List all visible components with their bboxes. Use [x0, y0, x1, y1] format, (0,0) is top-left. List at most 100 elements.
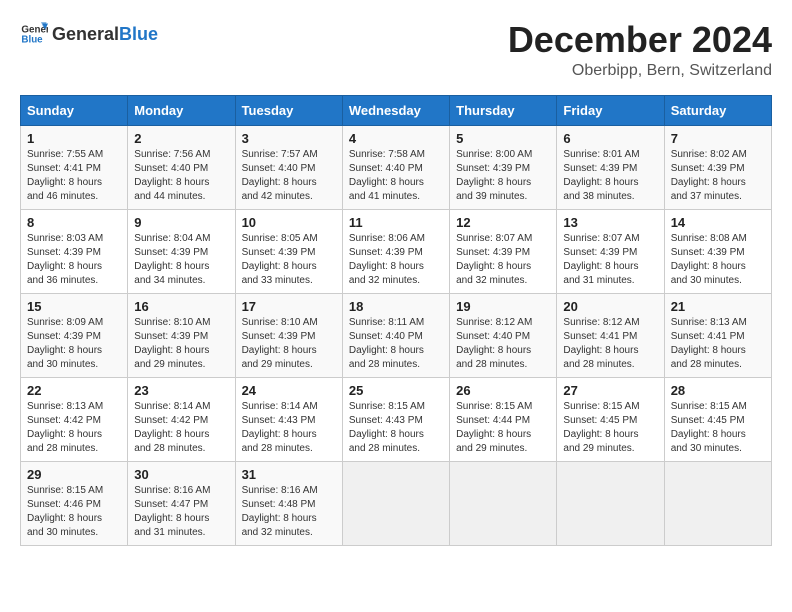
day-info: Sunrise: 8:10 AMSunset: 4:39 PMDaylight:… — [242, 317, 318, 370]
day-header-friday: Friday — [557, 95, 664, 125]
day-number: 11 — [349, 215, 443, 230]
day-info: Sunrise: 7:57 AMSunset: 4:40 PMDaylight:… — [242, 149, 318, 202]
calendar-cell: 5 Sunrise: 8:00 AMSunset: 4:39 PMDayligh… — [450, 125, 557, 209]
day-info: Sunrise: 8:09 AMSunset: 4:39 PMDaylight:… — [27, 317, 103, 370]
calendar-cell: 27 Sunrise: 8:15 AMSunset: 4:45 PMDaylig… — [557, 377, 664, 461]
calendar-cell — [664, 461, 771, 545]
calendar-body: 1 Sunrise: 7:55 AMSunset: 4:41 PMDayligh… — [21, 125, 772, 545]
day-info: Sunrise: 8:07 AMSunset: 4:39 PMDaylight:… — [456, 233, 532, 286]
day-info: Sunrise: 8:05 AMSunset: 4:39 PMDaylight:… — [242, 233, 318, 286]
day-number: 14 — [671, 215, 765, 230]
day-info: Sunrise: 8:13 AMSunset: 4:41 PMDaylight:… — [671, 317, 747, 370]
calendar-cell: 15 Sunrise: 8:09 AMSunset: 4:39 PMDaylig… — [21, 293, 128, 377]
calendar-cell: 9 Sunrise: 8:04 AMSunset: 4:39 PMDayligh… — [128, 209, 235, 293]
day-info: Sunrise: 8:15 AMSunset: 4:45 PMDaylight:… — [563, 401, 639, 454]
calendar-cell: 29 Sunrise: 8:15 AMSunset: 4:46 PMDaylig… — [21, 461, 128, 545]
calendar-cell: 14 Sunrise: 8:08 AMSunset: 4:39 PMDaylig… — [664, 209, 771, 293]
day-info: Sunrise: 8:15 AMSunset: 4:46 PMDaylight:… — [27, 485, 103, 538]
calendar-cell — [557, 461, 664, 545]
day-number: 13 — [563, 215, 657, 230]
day-number: 16 — [134, 299, 228, 314]
day-number: 1 — [27, 131, 121, 146]
day-number: 3 — [242, 131, 336, 146]
day-info: Sunrise: 8:04 AMSunset: 4:39 PMDaylight:… — [134, 233, 210, 286]
week-row-5: 29 Sunrise: 8:15 AMSunset: 4:46 PMDaylig… — [21, 461, 772, 545]
day-number: 31 — [242, 467, 336, 482]
day-info: Sunrise: 8:16 AMSunset: 4:47 PMDaylight:… — [134, 485, 210, 538]
day-number: 20 — [563, 299, 657, 314]
calendar-cell: 12 Sunrise: 8:07 AMSunset: 4:39 PMDaylig… — [450, 209, 557, 293]
day-info: Sunrise: 8:10 AMSunset: 4:39 PMDaylight:… — [134, 317, 210, 370]
day-info: Sunrise: 8:15 AMSunset: 4:43 PMDaylight:… — [349, 401, 425, 454]
day-info: Sunrise: 8:15 AMSunset: 4:44 PMDaylight:… — [456, 401, 532, 454]
calendar-header-row: SundayMondayTuesdayWednesdayThursdayFrid… — [21, 95, 772, 125]
day-info: Sunrise: 8:15 AMSunset: 4:45 PMDaylight:… — [671, 401, 747, 454]
logo-blue-text: Blue — [119, 24, 158, 44]
header: General Blue GeneralBlue December 2024 O… — [20, 20, 772, 80]
calendar-cell: 16 Sunrise: 8:10 AMSunset: 4:39 PMDaylig… — [128, 293, 235, 377]
day-number: 28 — [671, 383, 765, 398]
calendar-cell: 26 Sunrise: 8:15 AMSunset: 4:44 PMDaylig… — [450, 377, 557, 461]
day-number: 19 — [456, 299, 550, 314]
calendar-cell: 8 Sunrise: 8:03 AMSunset: 4:39 PMDayligh… — [21, 209, 128, 293]
calendar-cell: 31 Sunrise: 8:16 AMSunset: 4:48 PMDaylig… — [235, 461, 342, 545]
calendar-cell: 25 Sunrise: 8:15 AMSunset: 4:43 PMDaylig… — [342, 377, 449, 461]
day-number: 5 — [456, 131, 550, 146]
day-info: Sunrise: 8:12 AMSunset: 4:41 PMDaylight:… — [563, 317, 639, 370]
calendar-cell — [342, 461, 449, 545]
day-info: Sunrise: 7:58 AMSunset: 4:40 PMDaylight:… — [349, 149, 425, 202]
day-number: 26 — [456, 383, 550, 398]
day-info: Sunrise: 8:14 AMSunset: 4:43 PMDaylight:… — [242, 401, 318, 454]
calendar-cell: 2 Sunrise: 7:56 AMSunset: 4:40 PMDayligh… — [128, 125, 235, 209]
calendar-cell: 11 Sunrise: 8:06 AMSunset: 4:39 PMDaylig… — [342, 209, 449, 293]
week-row-1: 1 Sunrise: 7:55 AMSunset: 4:41 PMDayligh… — [21, 125, 772, 209]
day-number: 24 — [242, 383, 336, 398]
calendar-cell: 4 Sunrise: 7:58 AMSunset: 4:40 PMDayligh… — [342, 125, 449, 209]
main-title: December 2024 — [508, 20, 772, 60]
week-row-2: 8 Sunrise: 8:03 AMSunset: 4:39 PMDayligh… — [21, 209, 772, 293]
day-info: Sunrise: 8:14 AMSunset: 4:42 PMDaylight:… — [134, 401, 210, 454]
calendar-cell: 13 Sunrise: 8:07 AMSunset: 4:39 PMDaylig… — [557, 209, 664, 293]
logo-text: General — [52, 24, 119, 44]
calendar-cell: 21 Sunrise: 8:13 AMSunset: 4:41 PMDaylig… — [664, 293, 771, 377]
day-number: 21 — [671, 299, 765, 314]
day-info: Sunrise: 8:08 AMSunset: 4:39 PMDaylight:… — [671, 233, 747, 286]
calendar-cell — [450, 461, 557, 545]
calendar-cell: 17 Sunrise: 8:10 AMSunset: 4:39 PMDaylig… — [235, 293, 342, 377]
calendar-cell: 7 Sunrise: 8:02 AMSunset: 4:39 PMDayligh… — [664, 125, 771, 209]
day-info: Sunrise: 8:13 AMSunset: 4:42 PMDaylight:… — [27, 401, 103, 454]
calendar-cell: 3 Sunrise: 7:57 AMSunset: 4:40 PMDayligh… — [235, 125, 342, 209]
calendar-cell: 23 Sunrise: 8:14 AMSunset: 4:42 PMDaylig… — [128, 377, 235, 461]
day-header-monday: Monday — [128, 95, 235, 125]
day-number: 8 — [27, 215, 121, 230]
calendar-cell: 24 Sunrise: 8:14 AMSunset: 4:43 PMDaylig… — [235, 377, 342, 461]
title-area: December 2024 Oberbipp, Bern, Switzerlan… — [508, 20, 772, 80]
calendar-cell: 19 Sunrise: 8:12 AMSunset: 4:40 PMDaylig… — [450, 293, 557, 377]
subtitle: Oberbipp, Bern, Switzerland — [508, 62, 772, 80]
week-row-4: 22 Sunrise: 8:13 AMSunset: 4:42 PMDaylig… — [21, 377, 772, 461]
day-header-tuesday: Tuesday — [235, 95, 342, 125]
logo: General Blue GeneralBlue — [20, 20, 158, 48]
day-header-sunday: Sunday — [21, 95, 128, 125]
calendar-table: SundayMondayTuesdayWednesdayThursdayFrid… — [20, 95, 772, 546]
day-number: 17 — [242, 299, 336, 314]
calendar-cell: 20 Sunrise: 8:12 AMSunset: 4:41 PMDaylig… — [557, 293, 664, 377]
day-number: 9 — [134, 215, 228, 230]
day-number: 2 — [134, 131, 228, 146]
calendar-cell: 18 Sunrise: 8:11 AMSunset: 4:40 PMDaylig… — [342, 293, 449, 377]
day-number: 10 — [242, 215, 336, 230]
day-info: Sunrise: 8:02 AMSunset: 4:39 PMDaylight:… — [671, 149, 747, 202]
day-number: 27 — [563, 383, 657, 398]
day-number: 23 — [134, 383, 228, 398]
day-number: 4 — [349, 131, 443, 146]
day-number: 18 — [349, 299, 443, 314]
calendar-cell: 10 Sunrise: 8:05 AMSunset: 4:39 PMDaylig… — [235, 209, 342, 293]
day-number: 6 — [563, 131, 657, 146]
day-info: Sunrise: 7:55 AMSunset: 4:41 PMDaylight:… — [27, 149, 103, 202]
day-info: Sunrise: 8:03 AMSunset: 4:39 PMDaylight:… — [27, 233, 103, 286]
day-info: Sunrise: 8:06 AMSunset: 4:39 PMDaylight:… — [349, 233, 425, 286]
calendar-cell: 6 Sunrise: 8:01 AMSunset: 4:39 PMDayligh… — [557, 125, 664, 209]
day-info: Sunrise: 8:00 AMSunset: 4:39 PMDaylight:… — [456, 149, 532, 202]
calendar-cell: 28 Sunrise: 8:15 AMSunset: 4:45 PMDaylig… — [664, 377, 771, 461]
day-number: 15 — [27, 299, 121, 314]
